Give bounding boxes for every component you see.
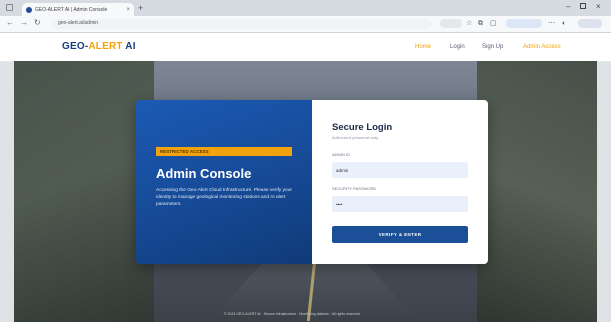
login-form-panel: Secure Login Authorized personnel only A… xyxy=(312,100,488,264)
password-label: SECURITY PASSWORD xyxy=(332,186,377,191)
back-icon[interactable]: ← xyxy=(6,18,14,28)
sidebar-toggle[interactable] xyxy=(578,19,602,28)
star-icon[interactable]: ☆ xyxy=(466,19,472,28)
new-tab-button[interactable]: + xyxy=(138,3,143,13)
nav-signup[interactable]: Sign Up xyxy=(482,44,503,50)
copilot-icon[interactable]: ◐ xyxy=(562,19,566,28)
nav-login[interactable]: Login xyxy=(450,44,465,50)
browser-tab-strip: GEO-ALERT AI | Admin Console × + – × xyxy=(0,0,611,16)
admin-id-input[interactable] xyxy=(332,162,468,178)
account-button[interactable] xyxy=(506,19,542,28)
brand-part-geo: GEO- xyxy=(62,41,89,52)
hero-cliff-left xyxy=(14,61,154,322)
site-header: GEO-ALERT AI Home Login Sign Up Admin Ac… xyxy=(0,33,611,62)
hero-cliff-right xyxy=(477,61,597,322)
nav-admin-access[interactable]: Admin Access xyxy=(523,44,561,50)
profile-pill[interactable] xyxy=(440,19,462,28)
restricted-access-badge: RESTRICTED ACCESS xyxy=(156,147,292,156)
address-bar[interactable]: geo-alert.ai/admin xyxy=(52,19,432,29)
admin-info-panel: RESTRICTED ACCESS Admin Console Accessin… xyxy=(136,100,312,264)
login-title: Secure Login xyxy=(332,122,393,133)
tab-title: GEO-ALERT AI | Admin Console xyxy=(35,6,108,13)
url-text: geo-alert.ai/admin xyxy=(58,20,99,26)
maximize-button[interactable] xyxy=(580,3,586,9)
tab-actions-icon[interactable] xyxy=(6,4,13,11)
console-title: Admin Console xyxy=(156,166,252,181)
login-subtitle: Authorized personnel only xyxy=(332,135,379,140)
site-favicon-icon xyxy=(26,6,32,13)
brand-logo[interactable]: GEO-ALERT AI xyxy=(62,41,136,52)
collections-icon[interactable]: ▢ xyxy=(490,19,497,28)
browser-tab[interactable]: GEO-ALERT AI | Admin Console × xyxy=(22,3,134,16)
extensions-icon[interactable]: ⧉ xyxy=(478,19,483,28)
nav-home[interactable]: Home xyxy=(415,44,431,50)
forward-icon[interactable]: → xyxy=(20,18,28,28)
brand-part-ai: AI xyxy=(122,41,136,52)
console-description: Accessing the Geo-Alert Cloud Infrastruc… xyxy=(156,188,292,208)
tab-close-icon[interactable]: × xyxy=(126,7,130,13)
brand-part-alert: ALERT xyxy=(88,41,123,52)
admin-login-card: RESTRICTED ACCESS Admin Console Accessin… xyxy=(136,100,488,264)
reload-icon[interactable]: ↻ xyxy=(34,18,41,28)
verify-enter-button[interactable]: VERIFY & ENTER xyxy=(332,226,468,243)
admin-id-label: ADMIN ID xyxy=(332,152,350,157)
close-window-button[interactable]: × xyxy=(596,2,601,12)
minimize-button[interactable]: – xyxy=(566,2,570,12)
settings-menu-icon[interactable]: ⋯ xyxy=(548,19,555,28)
footer-text: © 2024 GEO-ALERT AI · Secure Infrastruct… xyxy=(224,312,360,316)
password-input[interactable] xyxy=(332,196,468,212)
